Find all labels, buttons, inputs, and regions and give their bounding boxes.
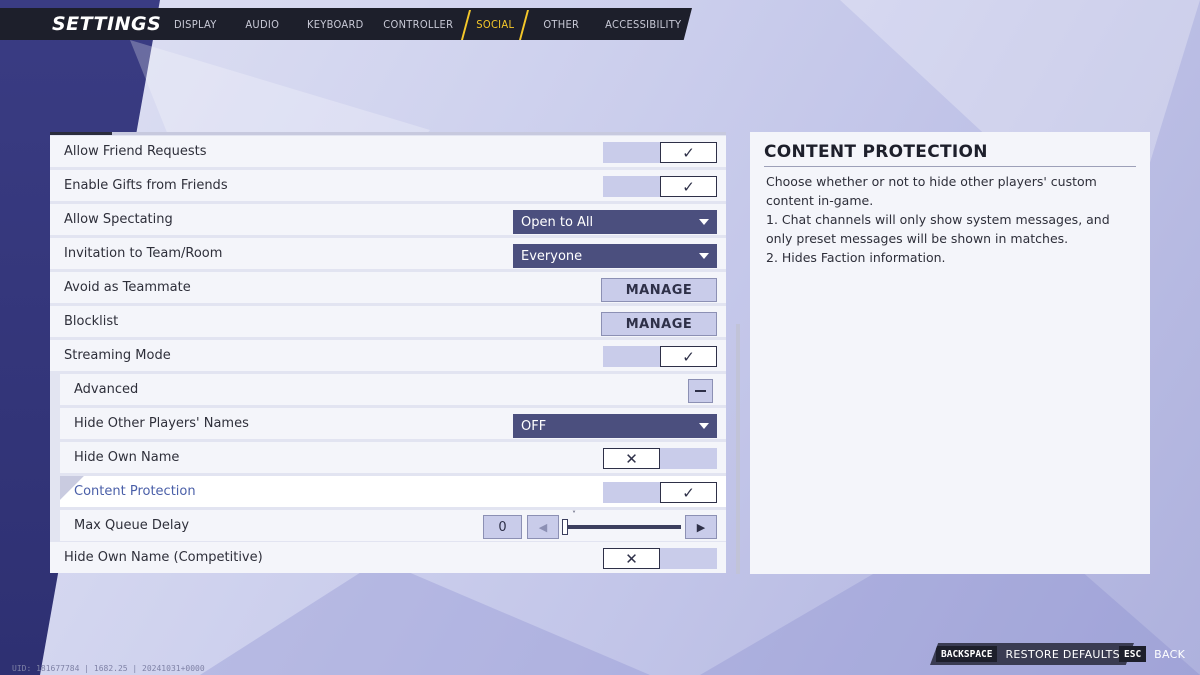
chevron-down-icon xyxy=(699,253,709,259)
backspace-key-hint: BACKSPACE xyxy=(936,646,998,662)
tab-audio[interactable]: AUDIO xyxy=(229,8,295,40)
setting-label: Advanced xyxy=(74,382,139,397)
setting-row-hide-other-names: Hide Other Players' Names OFF xyxy=(60,408,726,439)
back-button[interactable]: ESC BACK xyxy=(1115,643,1197,665)
setting-label: Allow Spectating xyxy=(64,212,173,227)
setting-label: Streaming Mode xyxy=(64,348,171,363)
avoid-teammate-manage-button[interactable]: MANAGE xyxy=(601,278,717,302)
toggle-off-segment xyxy=(660,548,717,569)
setting-row-enable-gifts: Enable Gifts from Friends ✓ xyxy=(50,170,726,201)
panel-top-accent xyxy=(50,132,112,135)
setting-label: Max Queue Delay xyxy=(74,518,190,533)
minus-icon xyxy=(695,390,706,392)
background-shape xyxy=(200,560,650,675)
check-icon: ✓ xyxy=(660,346,717,367)
setting-label: Hide Own Name (Competitive) xyxy=(64,550,263,565)
settings-top-bar: SETTINGS DISPLAY AUDIO KEYBOARD CONTROLL… xyxy=(0,8,692,40)
settings-list: Allow Friend Requests ✓ Enable Gifts fro… xyxy=(50,132,726,573)
hide-own-name-toggle[interactable]: ✕ xyxy=(603,448,717,469)
uid-readout: UID: 181677784 | 1682.25 | 20241031+0000 xyxy=(12,664,205,673)
slider-track[interactable] xyxy=(563,525,681,529)
toggle-off-segment xyxy=(603,346,660,367)
setting-row-hide-own-name-competitive: Hide Own Name (Competitive) ✕ xyxy=(50,542,726,573)
tab-social[interactable]: SOCIAL xyxy=(461,8,529,40)
description-panel: CONTENT PROTECTION Choose whether or not… xyxy=(750,132,1150,574)
description-paragraph: Choose whether or not to hide other play… xyxy=(766,174,1097,208)
setting-row-avoid-as-teammate: Avoid as Teammate MANAGE xyxy=(50,272,726,303)
description-body: Choose whether or not to hide other play… xyxy=(766,172,1138,267)
setting-label: Content Protection xyxy=(74,484,196,499)
allow-friend-requests-toggle[interactable]: ✓ xyxy=(603,142,717,163)
slider-handle[interactable] xyxy=(562,519,568,535)
max-queue-delay-slider: 0 ◀ ˅ ▶ xyxy=(483,510,717,539)
back-label: BACK xyxy=(1154,647,1186,661)
setting-label: Enable Gifts from Friends xyxy=(64,178,228,193)
setting-label: Hide Other Players' Names xyxy=(74,416,249,431)
check-icon: ✓ xyxy=(660,482,717,503)
setting-label: Invitation to Team/Room xyxy=(64,246,223,261)
setting-row-allow-friend-requests: Allow Friend Requests ✓ xyxy=(50,136,726,167)
settings-scrollbar[interactable] xyxy=(736,324,740,574)
tab-display[interactable]: DISPLAY xyxy=(161,8,229,40)
slider-value-box[interactable]: 0 xyxy=(483,515,522,539)
check-icon: ✓ xyxy=(660,176,717,197)
tab-keyboard[interactable]: KEYBOARD xyxy=(295,8,375,40)
content-protection-toggle[interactable]: ✓ xyxy=(603,482,717,503)
allow-spectating-dropdown[interactable]: Open to All xyxy=(513,210,717,234)
chevron-down-icon xyxy=(699,423,709,429)
streaming-mode-toggle[interactable]: ✓ xyxy=(603,346,717,367)
setting-row-blocklist: Blocklist MANAGE xyxy=(50,306,726,337)
toggle-off-segment xyxy=(603,176,660,197)
dropdown-value: Everyone xyxy=(521,248,583,264)
toggle-off-segment xyxy=(603,482,660,503)
panel-top-border xyxy=(50,132,726,135)
setting-row-invitation: Invitation to Team/Room Everyone xyxy=(50,238,726,269)
invitation-dropdown[interactable]: Everyone xyxy=(513,244,717,268)
check-icon: ✓ xyxy=(660,142,717,163)
enable-gifts-toggle[interactable]: ✓ xyxy=(603,176,717,197)
increase-arrow-icon[interactable]: ▶ xyxy=(685,515,717,539)
x-icon: ✕ xyxy=(603,548,660,569)
caret-down-icon: ˅ xyxy=(572,510,576,519)
description-title: CONTENT PROTECTION xyxy=(764,142,1136,167)
setting-row-max-queue-delay: Max Queue Delay 0 ◀ ˅ ▶ xyxy=(60,510,726,541)
setting-label: Allow Friend Requests xyxy=(64,144,207,159)
setting-label: Avoid as Teammate xyxy=(64,280,191,295)
restore-defaults-label: RESTORE DEFAULTS xyxy=(1005,647,1120,661)
x-icon: ✕ xyxy=(603,448,660,469)
setting-row-content-protection[interactable]: Content Protection ✓ xyxy=(60,476,726,507)
setting-row-hide-own-name: Hide Own Name ✕ xyxy=(60,442,726,473)
toggle-off-segment xyxy=(660,448,717,469)
chevron-down-icon xyxy=(699,219,709,225)
page-title: SETTINGS xyxy=(52,13,162,35)
decrease-arrow-icon[interactable]: ◀ xyxy=(527,515,559,539)
dropdown-value: Open to All xyxy=(521,214,594,230)
advanced-collapse-button[interactable] xyxy=(688,379,713,403)
tab-controller[interactable]: CONTROLLER xyxy=(375,8,461,40)
setting-row-advanced: Advanced xyxy=(60,374,726,405)
hide-other-names-dropdown[interactable]: OFF xyxy=(513,414,717,438)
hide-own-name-competitive-toggle[interactable]: ✕ xyxy=(603,548,717,569)
tab-accessibility[interactable]: ACCESSIBILITY xyxy=(593,8,692,40)
esc-key-hint: ESC xyxy=(1119,646,1147,662)
tab-bar: DISPLAY AUDIO KEYBOARD CONTROLLER SOCIAL… xyxy=(161,8,692,40)
dropdown-value: OFF xyxy=(521,418,547,434)
description-paragraph: 1. Chat channels will only show system m… xyxy=(766,212,1110,246)
tab-other[interactable]: OTHER xyxy=(529,8,593,40)
setting-label: Blocklist xyxy=(64,314,119,329)
setting-label: Hide Own Name xyxy=(74,450,180,465)
toggle-off-segment xyxy=(603,142,660,163)
restore-defaults-button[interactable]: BACKSPACE RESTORE DEFAULTS xyxy=(930,643,1134,665)
blocklist-manage-button[interactable]: MANAGE xyxy=(601,312,717,336)
setting-row-allow-spectating: Allow Spectating Open to All xyxy=(50,204,726,235)
setting-row-streaming-mode: Streaming Mode ✓ xyxy=(50,340,726,371)
description-paragraph: 2. Hides Faction information. xyxy=(766,250,946,265)
